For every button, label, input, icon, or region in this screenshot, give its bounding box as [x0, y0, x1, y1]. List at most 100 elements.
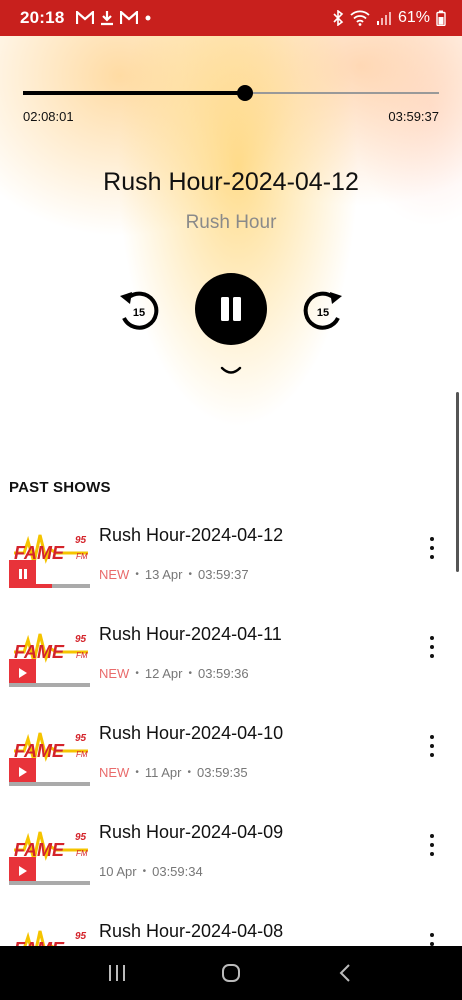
separator-dot: •	[135, 668, 139, 679]
show-date: 12 Apr	[144, 666, 183, 681]
pause-icon	[221, 297, 241, 321]
more-options-button[interactable]	[420, 633, 444, 661]
new-badge: NEW	[99, 666, 130, 681]
more-vert-dot	[430, 636, 434, 640]
battery-icon	[436, 10, 446, 26]
show-title: Rush Hour-2024-04-09	[99, 822, 284, 842]
forward-seconds: 15	[317, 307, 329, 319]
show-thumbnail[interactable]: FAME95FM	[9, 529, 90, 588]
scrollbar[interactable]	[456, 392, 459, 572]
play-icon	[18, 767, 27, 777]
past-shows-heading: PAST SHOWS	[9, 479, 111, 496]
signal-icon	[376, 12, 391, 25]
more-vert-dot	[430, 834, 434, 838]
pause-button[interactable]	[195, 273, 267, 345]
total-time: 03:59:37	[388, 109, 439, 124]
forward-15-button[interactable]: 15	[300, 288, 346, 334]
show-thumbnail[interactable]: FAME95FM	[9, 628, 90, 687]
seek-bar-thumb[interactable]	[237, 85, 254, 101]
show-progress-bar	[9, 584, 90, 588]
dot-icon	[145, 15, 151, 21]
status-time: 20:18	[20, 8, 65, 27]
show-date: 11 Apr	[144, 765, 182, 780]
back-button[interactable]	[325, 953, 365, 993]
chevron-down-icon	[220, 366, 242, 374]
more-vert-dot	[430, 753, 434, 757]
more-vert-dot	[430, 537, 434, 541]
separator-dot: •	[142, 866, 147, 877]
more-vert-dot	[430, 654, 434, 658]
show-duration: 03:59:37	[197, 567, 249, 582]
more-vert-dot	[430, 546, 434, 550]
show-title: Rush Hour-2024-04-10	[99, 723, 284, 743]
seek-bar-fill	[23, 91, 246, 95]
rewind-icon: 15	[120, 291, 159, 330]
separator-dot: •	[135, 569, 139, 580]
seek-bar[interactable]	[23, 85, 439, 101]
logo-number: 95	[75, 634, 87, 645]
more-vert-dot	[430, 555, 434, 559]
new-badge: NEW	[99, 765, 130, 780]
home-button[interactable]	[211, 953, 251, 993]
gmail-icon	[120, 11, 139, 24]
separator-dot: •	[135, 767, 139, 778]
show-meta: 10 Apr • 03:59:34	[99, 864, 203, 879]
more-vert-dot	[430, 852, 434, 856]
show-date: 10 Apr	[99, 864, 137, 879]
home-icon	[222, 964, 240, 982]
elapsed-time: 02:08:01	[23, 109, 74, 124]
logo-number: 95	[75, 832, 87, 843]
bluetooth-icon	[333, 10, 344, 26]
play-icon	[18, 668, 27, 678]
show-title: Rush Hour-2024-04-12	[99, 525, 284, 545]
rewind-15-button[interactable]: 15	[116, 288, 162, 334]
show-list-item[interactable]: FAME 95 FM Rush Hour-2024-04-10 NEW • 11 Apr • 0…	[0, 708, 462, 807]
show-list-item[interactable]: FAME 95 FM Rush Hour-2024-04-12 NEW • 13 Apr • 0…	[0, 510, 462, 609]
show-meta: NEW • 11 Apr • 03:59:35	[99, 765, 248, 780]
logo-number: 95	[75, 931, 87, 942]
show-date: 13 Apr	[144, 567, 183, 582]
show-meta: NEW • 13 Apr • 03:59:37	[99, 567, 249, 582]
pause-icon	[18, 569, 27, 579]
show-progress-bar	[9, 683, 90, 687]
logo-suffix: FM	[76, 552, 88, 561]
battery-percent: 61%	[397, 9, 430, 26]
more-vert-dot	[430, 735, 434, 739]
play-icon	[18, 866, 27, 876]
show-title: Rush Hour-2024-04-08	[99, 921, 284, 941]
show-thumbnail[interactable]: FAME95FM	[9, 826, 90, 885]
more-vert-dot	[430, 744, 434, 748]
more-options-button[interactable]	[420, 831, 444, 859]
show-progress-bar	[9, 782, 90, 786]
more-options-button[interactable]	[420, 534, 444, 562]
logo-number: 95	[75, 733, 87, 744]
show-progress-bar	[9, 881, 90, 885]
system-nav-bar	[0, 946, 462, 1000]
more-vert-dot	[430, 645, 434, 649]
logo-suffix: FM	[76, 750, 88, 759]
back-icon	[339, 964, 350, 982]
more-vert-dot	[430, 843, 434, 847]
show-title: Rush Hour-2024-04-11	[99, 624, 282, 644]
show-thumbnail[interactable]: FAME95FM	[9, 727, 90, 786]
show-progress-fill	[9, 584, 52, 588]
show-meta: NEW • 12 Apr • 03:59:36	[99, 666, 249, 681]
notification-icons	[76, 10, 152, 26]
show-duration: 03:59:36	[197, 666, 249, 681]
show-list-item[interactable]: FAME 95 FM Rush Hour-2024-04-11 NEW • 12 Apr • 0…	[0, 609, 462, 708]
separator-dot: •	[188, 569, 192, 580]
more-options-button[interactable]	[420, 732, 444, 760]
recent-apps-button[interactable]	[97, 953, 137, 993]
new-badge: NEW	[99, 567, 130, 582]
separator-dot: •	[187, 767, 191, 778]
rewind-seconds: 15	[133, 307, 145, 319]
show-duration: 03:59:34	[152, 864, 203, 879]
status-bar: 20:18 61%	[0, 0, 462, 36]
logo-suffix: FM	[76, 849, 88, 858]
separator-dot: •	[188, 668, 192, 679]
logo-suffix: FM	[76, 651, 88, 660]
gmail-icon	[76, 11, 95, 24]
collapse-player-button[interactable]	[217, 362, 245, 380]
show-list-item[interactable]: FAME 95 FM Rush Hour-2024-04-09 10 Apr • 03:59…	[0, 807, 462, 906]
track-artist: Rush Hour	[185, 212, 277, 233]
